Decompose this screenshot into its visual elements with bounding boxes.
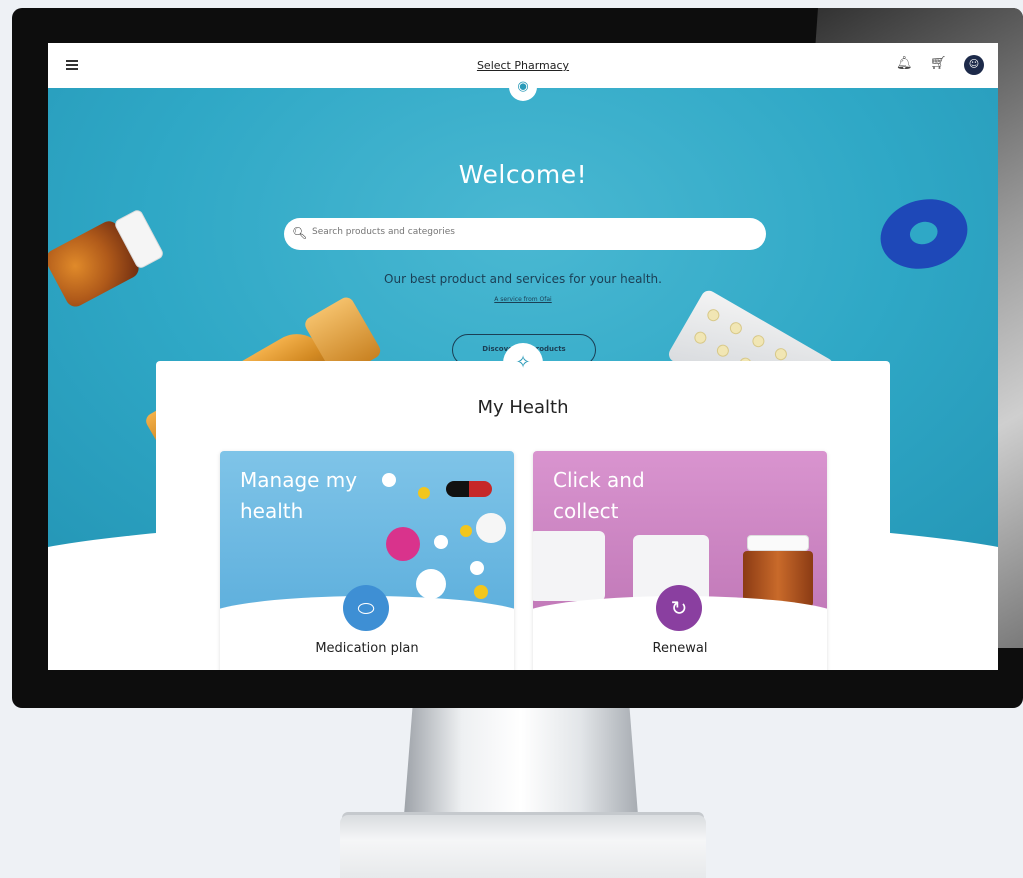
capsule <box>446 481 492 497</box>
my-health-section: My Health Manage my health ⬭ Medication … <box>156 361 890 670</box>
service-provider-link[interactable]: A service from Ofai <box>48 296 998 303</box>
tile-heading: Click and collect <box>553 468 645 523</box>
pill-dot <box>386 527 420 561</box>
monitor-stand-neck <box>403 708 639 828</box>
medication-plan-tile[interactable]: Manage my health ⬭ Medication plan <box>220 451 514 670</box>
pill-dot <box>772 345 790 363</box>
location-pin-icon: ◉ <box>509 73 537 101</box>
user-avatar-icon[interactable]: ☺ <box>964 55 984 75</box>
search-icon: 🔍︎ <box>292 226 308 240</box>
select-pharmacy-link[interactable]: Select Pharmacy <box>48 59 998 72</box>
hero-tagline: Our best product and services for your h… <box>384 272 662 286</box>
monitor-stand-base <box>340 815 706 878</box>
pill-dot <box>470 561 484 575</box>
jar-cap <box>747 535 809 551</box>
pill-icon: ⬭ <box>343 585 389 631</box>
pill-dot <box>727 319 745 337</box>
pill-dot <box>474 585 488 599</box>
tile-heading: Manage my health <box>240 468 358 523</box>
pill-dot <box>434 535 448 549</box>
pill-dot <box>476 513 506 543</box>
health-cross-icon: ✧ <box>503 343 543 383</box>
pill-dot <box>750 332 767 350</box>
my-health-title: My Health <box>477 397 569 418</box>
welcome-heading: Welcome! <box>458 160 588 189</box>
pill-dot <box>418 487 430 499</box>
cart-icon[interactable]: 🛒︎ <box>930 57 947 71</box>
blister-pack <box>533 531 605 601</box>
tile-label: Medication plan <box>315 641 419 656</box>
prescription-renew-icon: ↻ <box>656 585 702 631</box>
pill-dot <box>460 525 472 537</box>
pill-dot <box>714 342 732 359</box>
tile-label: Renewal <box>652 641 708 656</box>
pill-dot <box>416 569 446 599</box>
renewal-tile[interactable]: Click and collect ↻ Renewal <box>533 451 827 670</box>
pill-dot <box>705 306 722 324</box>
pill-dot <box>692 329 709 346</box>
search-bar[interactable]: 🔍︎ <box>284 218 766 250</box>
pill-dot <box>382 473 396 487</box>
ring-image <box>872 189 976 279</box>
screen: Select Pharmacy 🔔︎ 🛒︎ ☺ ◉ Welcome! 🔍︎ Se… <box>48 43 998 670</box>
bell-icon[interactable]: 🔔︎ <box>896 57 913 71</box>
search-input[interactable] <box>312 227 752 237</box>
